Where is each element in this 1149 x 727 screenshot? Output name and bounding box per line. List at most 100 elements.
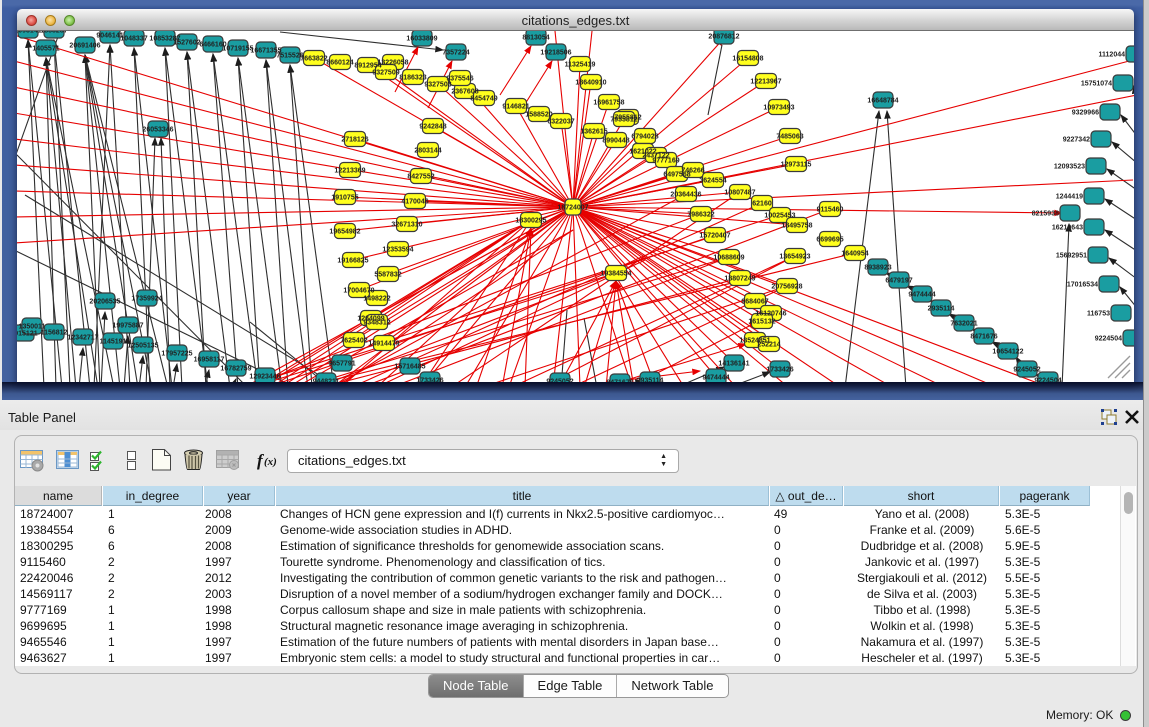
svg-text:8660124: 8660124 — [326, 60, 353, 67]
svg-text:20876812: 20876812 — [708, 34, 739, 41]
svg-text:1733426: 1733426 — [766, 367, 793, 374]
svg-text:7663822: 7663822 — [300, 56, 327, 63]
svg-text:6322037: 6322037 — [547, 119, 574, 126]
svg-text:12353594: 12353594 — [382, 247, 413, 254]
svg-text:10025453: 10025453 — [764, 213, 795, 220]
svg-text:(x): (x) — [264, 456, 277, 468]
svg-text:17359924: 17359924 — [131, 296, 162, 303]
svg-text:8454749: 8454749 — [470, 96, 497, 103]
svg-text:14136141: 14136141 — [718, 361, 749, 368]
svg-text:18807249: 18807249 — [724, 276, 755, 283]
svg-text:12093523: 12093523 — [1054, 164, 1085, 171]
svg-text:9329966: 9329966 — [1072, 110, 1099, 117]
svg-text:9146821: 9146821 — [502, 104, 529, 111]
svg-text:32671310: 32671310 — [391, 222, 422, 229]
svg-text:1048337: 1048337 — [120, 36, 147, 43]
svg-text:1588520: 1588520 — [525, 112, 552, 119]
svg-text:1156812: 1156812 — [41, 330, 68, 337]
svg-text:2935114: 2935114 — [637, 378, 664, 383]
svg-text:15716485: 15716485 — [394, 364, 425, 371]
svg-text:10973493: 10973493 — [763, 105, 794, 112]
svg-text:9375546: 9375546 — [446, 76, 473, 83]
svg-text:20691406: 20691406 — [69, 43, 100, 50]
svg-text:26053346: 26053346 — [142, 127, 173, 134]
svg-text:17004670: 17004670 — [343, 288, 374, 295]
svg-text:9242848: 9242848 — [419, 124, 446, 131]
svg-text:13226058: 13226058 — [377, 60, 408, 67]
svg-text:11325419: 11325419 — [565, 62, 596, 69]
svg-text:20206535: 20206535 — [89, 299, 120, 306]
svg-text:12973115: 12973115 — [781, 162, 812, 169]
svg-text:9448211: 9448211 — [313, 379, 340, 383]
svg-text:19166825: 19166825 — [337, 258, 368, 265]
svg-text:1733426: 1733426 — [416, 378, 443, 383]
svg-text:6479197: 6479197 — [885, 278, 912, 285]
svg-text:7485063: 7485063 — [776, 134, 803, 141]
svg-text:16961758: 16961758 — [593, 100, 624, 107]
svg-text:12923446: 12923446 — [249, 374, 280, 381]
svg-text:9474444: 9474444 — [702, 375, 729, 382]
svg-text:16120746: 16120746 — [755, 311, 786, 318]
svg-text:20756928: 20756928 — [771, 284, 802, 291]
svg-text:3624554: 3624554 — [699, 178, 726, 185]
svg-text:8813054: 8813054 — [522, 35, 549, 42]
svg-text:6699695: 6699695 — [816, 237, 843, 244]
svg-text:12505135: 12505135 — [127, 343, 158, 350]
svg-text:9327509: 9327509 — [372, 70, 399, 77]
svg-text:2093141: 2093141 — [17, 31, 42, 35]
svg-text:1405571: 1405571 — [32, 46, 59, 53]
svg-text:8215938: 8215938 — [1032, 211, 1059, 218]
svg-text:19654982: 19654982 — [329, 229, 360, 236]
svg-text:2718126: 2718126 — [341, 137, 368, 144]
svg-text:19975887: 19975887 — [112, 323, 143, 330]
svg-text:9224504: 9224504 — [1095, 336, 1122, 343]
svg-text:1615132: 1615132 — [748, 319, 775, 326]
svg-text:18495758: 18495758 — [781, 223, 812, 230]
svg-text:10654122: 10654122 — [992, 349, 1023, 356]
svg-text:1527602: 1527602 — [173, 40, 200, 47]
svg-text:20364436: 20364436 — [670, 192, 701, 199]
svg-text:9227342: 9227342 — [1063, 137, 1090, 144]
svg-text:16154808: 16154808 — [732, 56, 763, 63]
svg-text:10719155: 10719155 — [222, 46, 253, 53]
svg-text:1498222: 1498222 — [363, 296, 390, 303]
svg-text:1640954: 1640954 — [841, 251, 868, 258]
svg-text:16210643: 16210643 — [1052, 225, 1083, 232]
svg-text:9245052: 9245052 — [546, 379, 573, 383]
svg-text:17957225: 17957225 — [161, 351, 192, 358]
svg-text:2803144: 2803144 — [414, 148, 441, 155]
svg-text:7632021: 7632021 — [950, 321, 977, 328]
svg-text:17016534: 17016534 — [1067, 282, 1098, 289]
svg-text:18300295: 18300295 — [515, 218, 546, 225]
svg-text:14914479: 14914479 — [368, 341, 399, 348]
svg-text:18640910: 18640910 — [575, 80, 606, 87]
svg-text:9245052: 9245052 — [1013, 367, 1040, 374]
svg-text:7986322: 7986322 — [687, 212, 714, 219]
svg-text:1145191: 1145191 — [100, 339, 127, 346]
svg-text:8990448: 8990448 — [602, 138, 629, 145]
svg-text:1910755: 1910755 — [331, 195, 358, 202]
svg-text:7357224: 7357224 — [442, 50, 469, 57]
svg-text:16782759: 16782759 — [220, 366, 251, 373]
svg-text:8938923: 8938923 — [864, 265, 891, 272]
svg-text:16648784: 16648784 — [867, 98, 898, 105]
svg-text:116753: 116753 — [1087, 311, 1110, 318]
svg-text:12342717: 12342717 — [67, 335, 98, 342]
svg-text:7625402: 7625402 — [340, 338, 367, 345]
svg-text:9115460: 9115460 — [817, 207, 844, 214]
svg-text:252214: 252214 — [757, 342, 780, 349]
svg-text:3915121: 3915121 — [17, 331, 38, 338]
svg-text:15751074: 15751074 — [1081, 81, 1112, 88]
svg-text:19218506: 19218506 — [540, 50, 571, 57]
svg-text:15720407: 15720407 — [699, 233, 730, 240]
svg-text:4170046: 4170046 — [401, 199, 428, 206]
svg-text:16958117: 16958117 — [194, 357, 225, 364]
svg-text:12213967: 12213967 — [750, 79, 781, 86]
svg-text:10807487: 10807487 — [724, 190, 755, 197]
svg-text:1362615: 1362615 — [580, 129, 607, 136]
svg-text:18724007: 18724007 — [557, 205, 588, 212]
svg-text:6794028: 6794028 — [631, 134, 658, 141]
svg-text:9224504: 9224504 — [1034, 378, 1061, 383]
svg-text:9327503: 9327503 — [424, 82, 451, 89]
svg-text:2935114: 2935114 — [928, 306, 955, 313]
